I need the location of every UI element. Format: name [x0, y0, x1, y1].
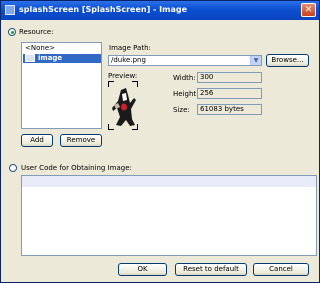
- image-path-value: /duke.png: [111, 56, 146, 64]
- resource-radio[interactable]: [8, 28, 16, 36]
- image-path-combo[interactable]: /duke.png ▼: [108, 55, 262, 66]
- dialog-window: splashScreen [SplashScreen] - Image ✕ Re…: [0, 0, 320, 283]
- image-preview: [108, 81, 138, 130]
- resource-list[interactable]: <None> image: [21, 42, 102, 129]
- cancel-button[interactable]: Cancel: [253, 263, 309, 276]
- list-item-none[interactable]: <None>: [23, 44, 55, 53]
- size-field: 61083 bytes: [197, 104, 262, 115]
- browse-button[interactable]: Browse...: [266, 54, 309, 67]
- list-item-label: image: [38, 54, 63, 62]
- height-field: 256: [197, 88, 262, 99]
- title-bar: splashScreen [SplashScreen] - Image ✕: [1, 1, 319, 20]
- resource-radio-label: Resource:: [19, 28, 54, 36]
- preview-label: Preview:: [108, 72, 138, 80]
- current-line-highlight: [22, 176, 316, 187]
- size-label: Size:: [173, 106, 190, 114]
- reset-to-default-button[interactable]: Reset to default: [175, 263, 247, 276]
- add-button[interactable]: Add: [21, 134, 53, 147]
- user-code-radio-label: User Code for Obtaining Image:: [21, 164, 132, 172]
- app-icon: [5, 5, 15, 15]
- close-icon[interactable]: ✕: [301, 3, 316, 17]
- width-label: Width:: [173, 74, 196, 82]
- image-path-label: Image Path:: [109, 44, 151, 52]
- image-icon: [25, 54, 35, 62]
- list-item-image[interactable]: image: [23, 54, 101, 63]
- window-title: splashScreen [SplashScreen] - Image: [19, 5, 188, 14]
- duke-mascot-icon: [112, 88, 136, 126]
- width-field: 300: [197, 72, 262, 83]
- remove-button[interactable]: Remove: [60, 134, 102, 147]
- user-code-editor[interactable]: [21, 175, 317, 256]
- height-label: Height:: [173, 90, 199, 98]
- chevron-down-icon[interactable]: ▼: [250, 56, 261, 65]
- ok-button[interactable]: OK: [118, 263, 167, 276]
- user-code-radio[interactable]: [9, 164, 17, 172]
